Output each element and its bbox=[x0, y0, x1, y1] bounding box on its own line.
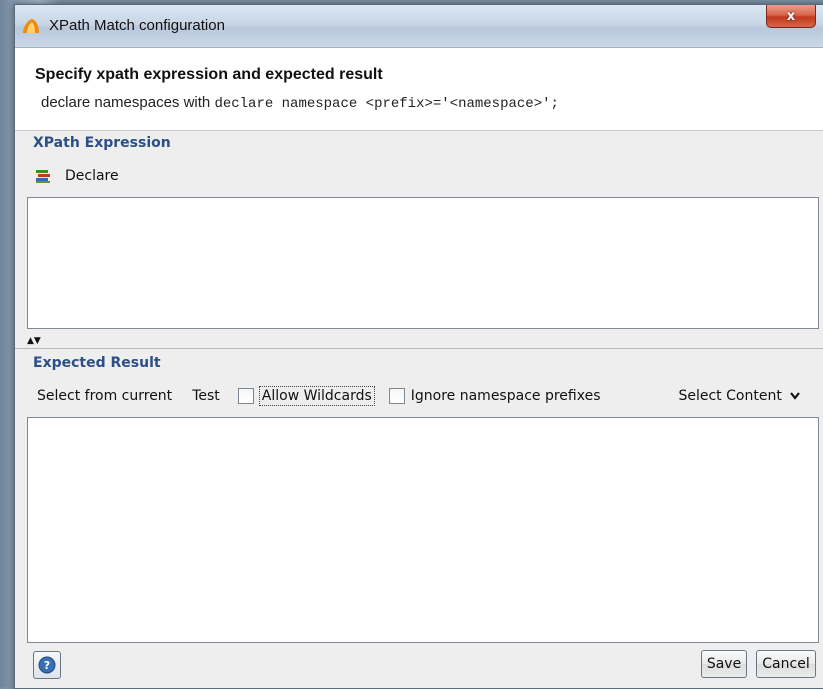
header-description-text: declare namespaces with bbox=[41, 94, 215, 111]
window-title: XPath Match configuration bbox=[49, 17, 225, 34]
expected-toolbar: Select from current Test Allow Wildcards… bbox=[15, 381, 823, 411]
header-panel: Specify xpath expression and expected re… bbox=[15, 48, 823, 131]
save-button[interactable]: Save bbox=[701, 650, 747, 678]
help-glyph: ? bbox=[44, 659, 50, 672]
expected-section-label: Expected Result bbox=[33, 355, 161, 371]
soapui-logo-icon bbox=[23, 19, 39, 33]
title-bar[interactable]: XPath Match configuration x bbox=[15, 5, 823, 48]
splitter-arrows[interactable]: ▲▼ bbox=[27, 336, 41, 346]
xpath-expression-editor[interactable] bbox=[27, 197, 819, 329]
cancel-button[interactable]: Cancel bbox=[756, 650, 816, 678]
help-icon: ? bbox=[38, 656, 56, 674]
splitter-divider[interactable] bbox=[15, 348, 823, 349]
allow-wildcards-checkbox[interactable] bbox=[237, 388, 254, 404]
header-description-code: declare namespace <prefix>='<namespace>'… bbox=[214, 96, 559, 112]
select-from-current-button[interactable]: Select from current bbox=[37, 388, 172, 404]
ignore-namespace-label[interactable]: Ignore namespace prefixes bbox=[411, 388, 601, 404]
header-description: declare namespaces with declare namespac… bbox=[41, 94, 559, 112]
declare-button[interactable]: Declare bbox=[65, 168, 119, 184]
chevron-down-icon bbox=[790, 392, 801, 400]
close-button[interactable]: x bbox=[766, 5, 816, 28]
collapse-up-icon[interactable]: ▲ bbox=[27, 336, 34, 346]
xpath-toolbar: Declare bbox=[15, 161, 823, 191]
header-title: Specify xpath expression and expected re… bbox=[35, 66, 383, 83]
xpath-section-label: XPath Expression bbox=[33, 135, 171, 151]
help-button[interactable]: ? bbox=[33, 651, 61, 679]
declare-namespace-icon[interactable] bbox=[35, 168, 51, 184]
allow-wildcards-label[interactable]: Allow Wildcards bbox=[258, 386, 375, 406]
dialog-window: XPath Match configuration x Specify xpat… bbox=[14, 4, 823, 689]
test-button[interactable]: Test bbox=[192, 388, 220, 404]
ignore-namespace-checkbox[interactable] bbox=[388, 388, 405, 404]
select-content-label[interactable]: Select Content bbox=[678, 388, 781, 404]
expand-down-icon[interactable]: ▼ bbox=[34, 336, 41, 346]
expected-result-editor[interactable] bbox=[27, 417, 819, 643]
select-content-menu[interactable]: Select Content bbox=[678, 388, 801, 404]
